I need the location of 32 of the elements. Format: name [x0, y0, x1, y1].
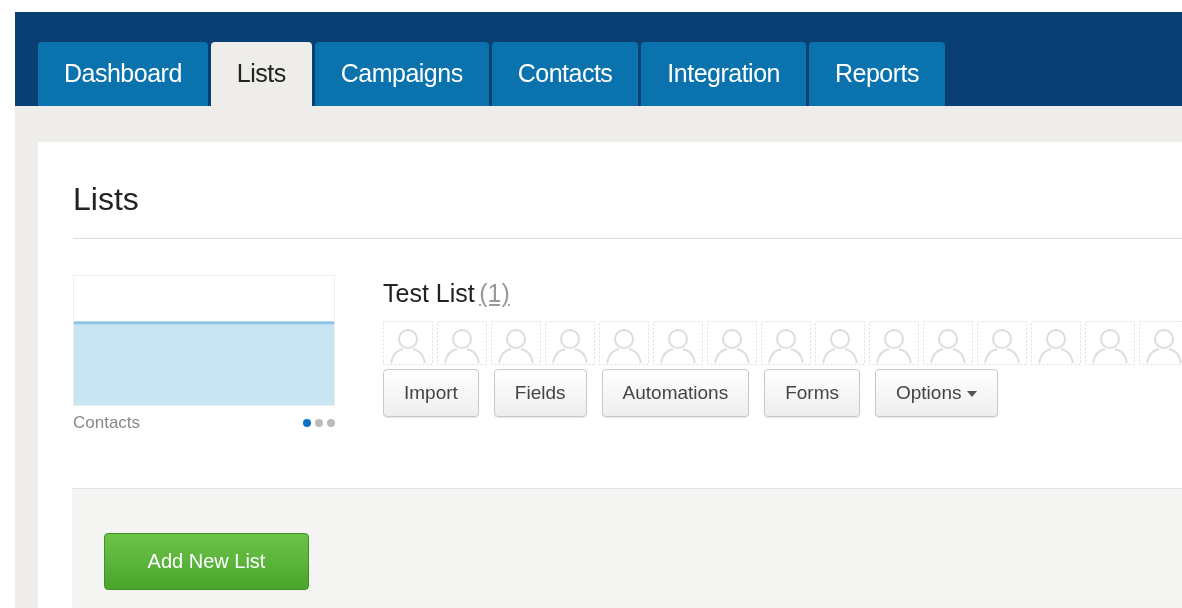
list-name[interactable]: Test List: [383, 279, 475, 308]
avatar-placeholder-icon: [1085, 320, 1135, 365]
list-action-button[interactable]: Import: [383, 368, 479, 417]
avatar-placeholder-icon: [653, 320, 703, 365]
avatar-placeholder-icon: [923, 320, 973, 365]
nav-tab[interactable]: Reports: [809, 42, 946, 106]
avatar-placeholder-icon: [545, 320, 595, 365]
pager-dot[interactable]: [315, 419, 323, 428]
nav-tab[interactable]: Integration: [641, 42, 806, 106]
nav-tab[interactable]: Campaigns: [314, 42, 489, 106]
avatar-placeholder-icon: [869, 320, 919, 365]
options-dropdown-button[interactable]: Options: [875, 368, 998, 417]
avatar-placeholder-icon: [491, 320, 541, 365]
avatar-placeholder-icon: [815, 320, 865, 365]
caret-icon: [966, 390, 977, 397]
avatar-placeholder-icon: [761, 320, 811, 365]
nav-tab[interactable]: Lists: [210, 42, 312, 106]
avatar-placeholder-icon: [599, 320, 649, 365]
avatar-placeholder-icon: [977, 320, 1027, 365]
list-action-button[interactable]: Fields: [493, 368, 587, 417]
chart-label: Contacts: [73, 412, 141, 435]
avatar-placeholder-icon: [707, 320, 757, 365]
pager-dot[interactable]: [327, 419, 335, 428]
pager-dot[interactable]: [303, 419, 311, 428]
avatar-placeholder-icon: [1031, 320, 1081, 365]
avatar-placeholder-icon: [437, 320, 487, 365]
nav-tab[interactable]: Dashboard: [38, 42, 208, 106]
nav-tab[interactable]: Contacts: [491, 42, 639, 106]
list-action-button[interactable]: Automations: [601, 368, 750, 417]
avatar-placeholder-icon: [383, 320, 433, 365]
page-title: Lists: [73, 180, 140, 219]
list-action-button[interactable]: Forms: [764, 368, 860, 417]
